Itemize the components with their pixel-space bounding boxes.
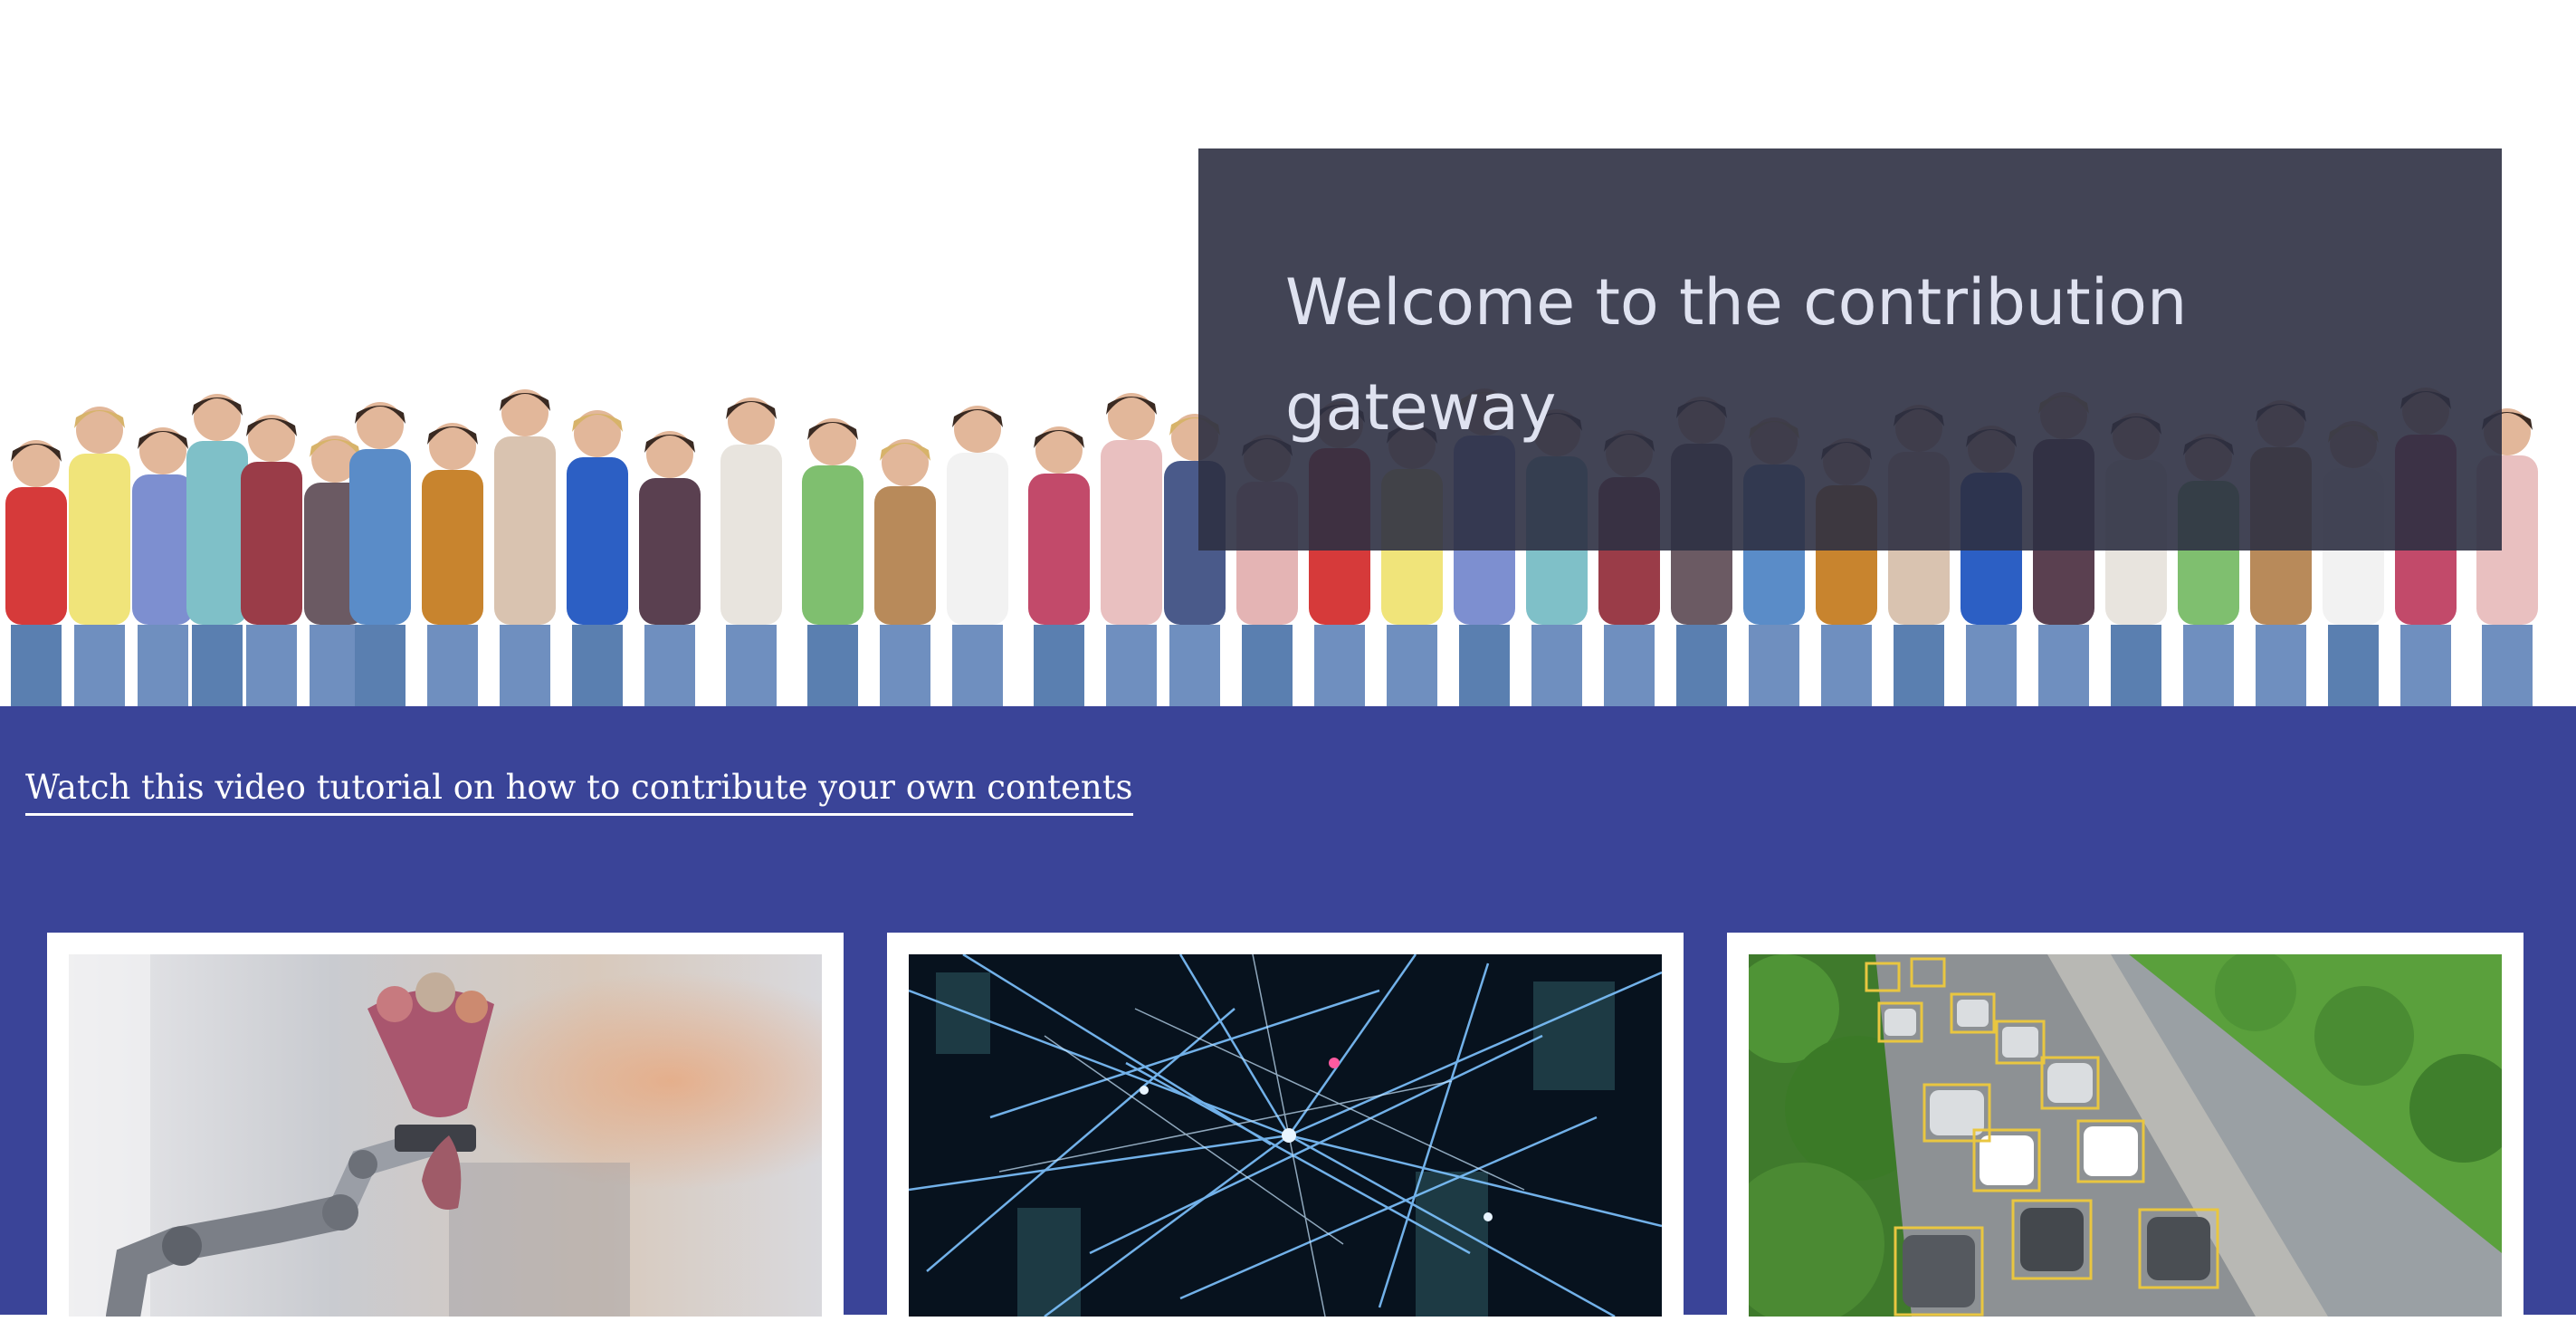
card-robot-arm[interactable] [47, 933, 844, 1331]
person-figure [947, 406, 1008, 706]
person-figure [69, 407, 130, 706]
person-figure [874, 439, 936, 706]
person-figure [186, 394, 248, 706]
robot-arm-flowers-image [69, 954, 822, 1317]
person-figure [241, 415, 302, 706]
traffic-detection-image [1749, 954, 2502, 1317]
video-tutorial-link[interactable]: Watch this video tutorial on how to cont… [25, 766, 1133, 816]
person-figure [422, 423, 483, 706]
person-figure [1028, 426, 1090, 706]
network-lines-image [909, 954, 1662, 1317]
person-figure [5, 440, 67, 706]
card-network[interactable] [887, 933, 1684, 1331]
welcome-title: Welcome to the contribution gateway [1285, 265, 2188, 445]
person-figure [1101, 393, 1162, 706]
person-figure [494, 389, 556, 706]
person-figure [639, 431, 701, 706]
card-traffic[interactable] [1727, 933, 2524, 1331]
person-figure [720, 397, 782, 706]
person-figure [132, 427, 194, 706]
welcome-overlay: Welcome to the contribution gateway [1198, 148, 2502, 551]
hero-banner: Welcome to the contribution gateway [0, 0, 2576, 706]
person-figure [567, 410, 628, 706]
person-figure [802, 418, 863, 706]
